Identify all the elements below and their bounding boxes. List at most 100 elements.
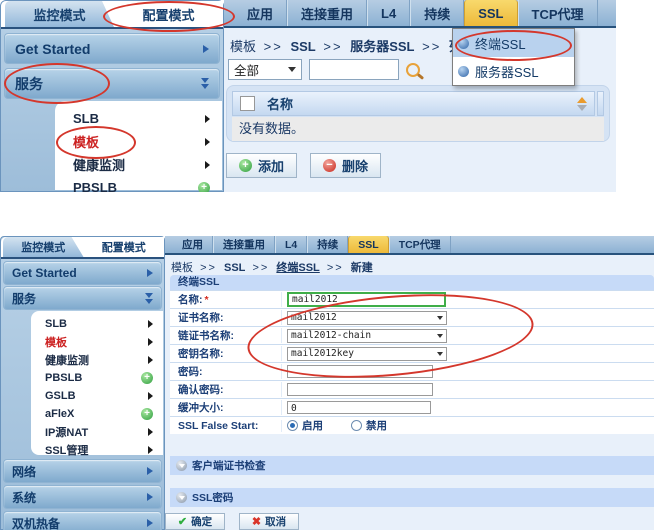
sidebar-item-aflex[interactable]: aFleX + (31, 405, 163, 423)
delete-button[interactable]: − 删除 (310, 153, 381, 178)
sidebar-item-ha[interactable]: 双机热备 (3, 511, 162, 530)
add-icon: + (198, 182, 210, 193)
menu-item-server-ssl[interactable]: 服务器SSL (453, 57, 574, 85)
sidebar-item-ssl-management[interactable]: SSL管理 (31, 441, 163, 459)
ssl-table: 名称 没有数据。 (226, 85, 610, 142)
services-submenu: SLB 模板 健康监测 PBSLB + (55, 101, 222, 190)
sidebar-item-ip-source-nat[interactable]: IP源NAT (31, 423, 163, 441)
tab-l4[interactable]: L4 (367, 0, 410, 26)
tab-connection-reuse[interactable]: 连接重用 (287, 0, 367, 26)
password-input[interactable] (287, 365, 433, 378)
sidebar-item-health-monitor[interactable]: 健康监测 (31, 351, 163, 369)
content-area: 模板 >> SSL >> 终端SSL >> 新建 终端SSL 名称:* mail… (165, 255, 654, 530)
section-ssl-cipher[interactable]: SSL密码 (170, 488, 654, 507)
sidebar-item-templates[interactable]: 模板 (55, 130, 222, 153)
arrow-right-icon (205, 161, 210, 169)
table-empty-row: 没有数据。 (232, 117, 604, 141)
screenshot-ssl-list: 应用 连接重用 L4 持续 SSL TCP代理 模板 >> SSL >> 服务器… (0, 0, 616, 192)
add-icon: + (141, 372, 153, 384)
dropdown-arrow-icon (437, 334, 443, 338)
cancel-button[interactable]: ✖ 取消 (239, 513, 299, 530)
collapse-icon[interactable] (176, 460, 187, 471)
tab-application[interactable]: 应用 (173, 236, 213, 253)
breadcrumb-templates: 模板 (230, 39, 256, 54)
breadcrumb-client-ssl-link[interactable]: 终端SSL (276, 262, 319, 274)
name-input[interactable]: mail2012 (287, 292, 446, 307)
sort-desc-icon[interactable] (577, 105, 587, 111)
select-all-checkbox[interactable] (240, 96, 255, 111)
form-row-certificate: 证书名称: mail2012 (170, 308, 654, 326)
sidebar-item-services[interactable]: 服务 (4, 68, 220, 99)
tab-ssl[interactable]: SSL (464, 0, 517, 26)
sidebar-item-slb[interactable]: SLB (31, 315, 163, 333)
ssl-dropdown-menu: 终端SSL 服务器SSL (452, 28, 575, 86)
dropdown-arrow-icon (288, 67, 296, 72)
add-button[interactable]: + 添加 (226, 153, 297, 178)
confirm-password-input[interactable] (287, 383, 433, 396)
tab-connection-reuse[interactable]: 连接重用 (213, 236, 275, 253)
sidebar-item-system[interactable]: 系统 (3, 485, 162, 509)
certificate-select[interactable]: mail2012 (287, 311, 447, 325)
tab-monitor-mode[interactable]: 监控模式 (3, 237, 84, 257)
form-section-title: 终端SSL (170, 275, 654, 290)
breadcrumb-new: 新建 (351, 262, 373, 274)
chevron-right-icon (147, 519, 153, 527)
sidebar: 监控模式 配置模式 Get Started 服务 SLB 模板 健康监测 (0, 236, 165, 530)
tab-persistence[interactable]: 持续 (307, 236, 348, 253)
feature-tabbar: 应用 连接重用 L4 持续 SSL TCP代理 (224, 0, 616, 28)
sidebar-item-network[interactable]: 网络 (3, 459, 162, 483)
chain-cert-select[interactable]: mail2012-chain (287, 329, 447, 343)
form-row-name: 名称:* mail2012 (170, 290, 654, 308)
key-select[interactable]: mail2012key (287, 347, 447, 361)
sidebar-item-pbslb[interactable]: PBSLB + (31, 369, 163, 387)
ok-button[interactable]: ✔ 确定 (165, 513, 225, 530)
sidebar-item-pbslb[interactable]: PBSLB + (55, 176, 222, 192)
sidebar-item-slb[interactable]: SLB (55, 107, 222, 130)
chevron-down-icon (145, 293, 153, 304)
dropdown-arrow-icon (437, 316, 443, 320)
search-icon[interactable] (406, 63, 420, 77)
add-icon: + (141, 408, 153, 420)
collapse-icon[interactable] (176, 492, 187, 503)
tab-monitor-mode[interactable]: 监控模式 (5, 1, 114, 27)
check-icon: ✔ (178, 515, 187, 528)
tab-application[interactable]: 应用 (234, 0, 287, 26)
sidebar-item-services[interactable]: 服务 (3, 286, 162, 310)
form-row-buffer-size: 缓冲大小: 0 (170, 398, 654, 416)
arrow-right-icon (148, 392, 153, 400)
breadcrumb-templates: 模板 (171, 262, 193, 274)
sort-icons[interactable] (577, 97, 587, 111)
tab-tcp-proxy[interactable]: TCP代理 (389, 236, 451, 253)
sidebar-item-templates[interactable]: 模板 (31, 333, 163, 351)
form-row-ssl-false-start: SSL False Start: 启用 禁用 (170, 416, 654, 434)
tab-persistence[interactable]: 持续 (410, 0, 464, 26)
chevron-right-icon (147, 493, 153, 501)
chevron-right-icon (147, 467, 153, 475)
table-header-row: 名称 (232, 91, 604, 116)
form-buttons: ✔ 确定 ✖ 取消 (165, 513, 299, 530)
tab-l4[interactable]: L4 (275, 236, 307, 253)
sidebar: 监控模式 配置模式 Get Started 服务 SLB 模板 健康监测 (0, 0, 224, 192)
section-client-cert-check[interactable]: 客户端证书检查 (170, 456, 654, 475)
menu-item-client-ssl[interactable]: 终端SSL (453, 29, 574, 57)
breadcrumb-ssl: SSL (290, 39, 315, 54)
tab-ssl[interactable]: SSL (348, 236, 388, 253)
arrow-right-icon (148, 320, 153, 328)
tab-tcp-proxy[interactable]: TCP代理 (518, 0, 598, 26)
tab-config-mode[interactable]: 配置模式 (114, 1, 223, 27)
radio-enable[interactable] (287, 420, 298, 431)
sidebar-item-get-started[interactable]: Get Started (4, 33, 220, 64)
radio-disable[interactable] (351, 420, 362, 431)
sidebar-item-get-started[interactable]: Get Started (3, 261, 162, 285)
sidebar-item-gslb[interactable]: GSLB (31, 387, 163, 405)
buffer-size-input[interactable]: 0 (287, 401, 431, 414)
sidebar-item-health-monitor[interactable]: 健康监测 (55, 153, 222, 176)
client-ssl-form: 终端SSL 名称:* mail2012 证书名称: mail2012 链证书名称… (170, 275, 654, 434)
filter-select[interactable]: 全部 (228, 59, 302, 80)
arrow-right-icon (148, 338, 153, 346)
arrow-right-icon (205, 138, 210, 146)
sort-asc-icon[interactable] (577, 97, 587, 103)
tab-config-mode[interactable]: 配置模式 (84, 237, 165, 257)
search-input[interactable] (309, 59, 399, 80)
form-row-chain-cert: 链证书名称: mail2012-chain (170, 326, 654, 344)
